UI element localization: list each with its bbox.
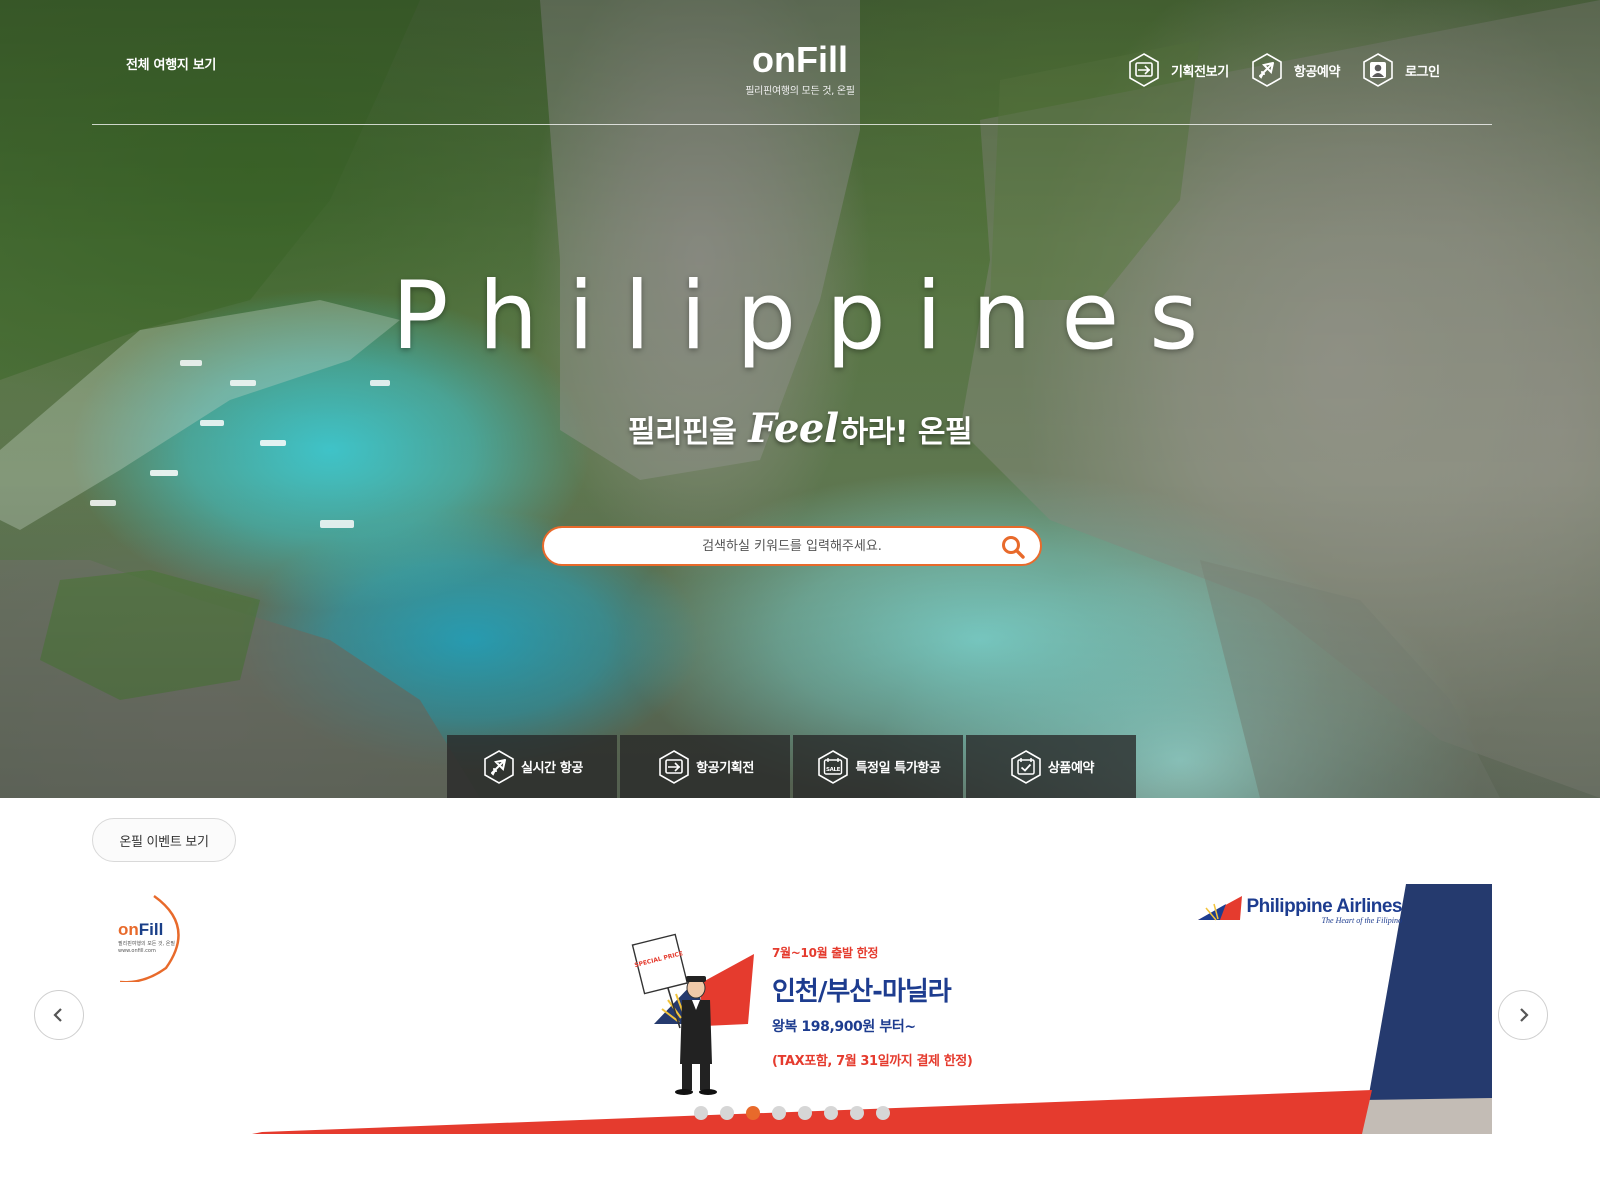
banner-next-button[interactable]	[1498, 990, 1548, 1040]
philippine-airlines-logo: Philippine Airlines The Heart of the Fil…	[1198, 896, 1402, 925]
banner-dot-8[interactable]	[876, 1106, 890, 1120]
nav-login-label: 로그인	[1405, 64, 1440, 80]
hero-subtitle-feel: Feel	[748, 405, 839, 452]
quick-special-date-flight-label: 특정일 특가항공	[855, 761, 941, 776]
quick-realtime-flight[interactable]: 실시간 항공	[447, 735, 617, 798]
search-box	[542, 526, 1042, 566]
chevron-right-icon	[1520, 1008, 1529, 1022]
airline-name: Philippine Airlines	[1246, 896, 1402, 917]
promo-copy: 7월~10월 출발 한정 인천/부산-마닐라 왕복 198,900원 부터~ (…	[772, 944, 973, 1069]
banner-dot-2[interactable]	[720, 1106, 734, 1120]
hero-section: 전체 여행지 보기 onFill 필리핀여행의 모든 것, 온필 기획전보기 항…	[0, 0, 1600, 798]
banner-dot-3[interactable]	[746, 1106, 760, 1120]
plane-board-icon	[659, 749, 689, 784]
nav-flight-booking-link[interactable]: 항공예약	[1249, 52, 1340, 88]
quick-product-booking-label: 상품예약	[1047, 761, 1095, 776]
logo-wordmark: onFill	[752, 39, 848, 80]
banner-logo-word: onFill	[118, 920, 163, 940]
quick-flight-exhibition[interactable]: 항공기획전	[620, 735, 790, 798]
promo-note: (TAX포함, 7월 31일까지 결제 한정)	[772, 1054, 973, 1069]
nav-login-link[interactable]: 로그인	[1360, 52, 1440, 88]
view-events-button[interactable]: 온필 이벤트 보기	[92, 818, 236, 862]
event-banner[interactable]: onFill 필리핀여행의 모든 것, 온필 www.onfill.com SP…	[92, 884, 1492, 1134]
banner-dot-4[interactable]	[772, 1106, 786, 1120]
quick-menu: 실시간 항공 항공기획전 SALE 특정일 특가항공 상품예약	[447, 735, 1139, 798]
nav-exhibition-link[interactable]: 기획전보기	[1126, 52, 1229, 88]
logo-tagline: 필리핀여행의 모든 것, 온필	[745, 86, 855, 97]
pal-sunburst-icon	[1198, 896, 1243, 921]
nav-exhibition-label: 기획전보기	[1171, 64, 1229, 80]
nav-flight-booking-label: 항공예약	[1293, 64, 1341, 80]
promo-period: 7월~10월 출발 한정	[772, 946, 879, 960]
banner-logo-tagline: 필리핀여행의 모든 것, 온필	[118, 941, 175, 947]
banner-dot-5[interactable]	[798, 1106, 812, 1120]
sale-calendar-icon: SALE	[818, 749, 849, 784]
banner-dot-7[interactable]	[850, 1106, 864, 1120]
search-icon[interactable]	[1000, 534, 1026, 560]
user-icon	[1363, 53, 1393, 87]
hero-subtitle: 필리핀을 Feel하라! 온필	[0, 405, 1600, 452]
header-divider	[92, 124, 1492, 125]
hero-subtitle-before: 필리핀을	[627, 415, 737, 450]
hero-overlay	[0, 0, 1600, 798]
all-destinations-link[interactable]: 전체 여행지 보기	[126, 54, 216, 73]
pilot-illustration: SPECIAL PRICE	[631, 914, 754, 1095]
quick-realtime-flight-label: 실시간 항공	[521, 761, 583, 776]
svg-text:SALE: SALE	[827, 767, 842, 773]
banner-onfill-logo: onFill 필리핀여행의 모든 것, 온필 www.onfill.com	[104, 892, 194, 982]
banner-prev-button[interactable]	[34, 990, 84, 1040]
banner-dot-1[interactable]	[694, 1106, 708, 1120]
calendar-check-icon	[1011, 749, 1041, 784]
site-logo[interactable]: onFill 필리핀여행의 모든 것, 온필	[700, 18, 900, 98]
banner-logo-url: www.onfill.com	[118, 948, 156, 954]
airplane-icon	[1252, 53, 1282, 87]
chevron-left-icon	[53, 1008, 62, 1022]
pilot-figure-image: SPECIAL PRICE	[631, 933, 754, 1095]
promo-price: 왕복 198,900원 부터~	[772, 1019, 916, 1035]
plane-board-icon	[1129, 53, 1159, 87]
top-nav: 기획전보기 항공예약 로그인	[1126, 52, 1460, 88]
banner-logo-word-fill: Fill	[138, 920, 164, 939]
airplane-icon	[484, 749, 514, 784]
quick-product-booking[interactable]: 상품예약	[966, 735, 1136, 798]
banner-dot-6[interactable]	[824, 1106, 838, 1120]
quick-special-date-flight[interactable]: SALE 특정일 특가항공	[793, 735, 963, 798]
hero-title: Philippines	[391, 262, 1229, 371]
banner-logo-word-on: on	[118, 920, 139, 939]
promo-route: 인천/부산-마닐라	[772, 977, 952, 1007]
search-input[interactable]	[544, 528, 1040, 564]
quick-flight-exhibition-label: 항공기획전	[696, 761, 754, 776]
hero-subtitle-after: 하라! 온필	[840, 415, 973, 450]
banner-pagination	[694, 1106, 890, 1120]
